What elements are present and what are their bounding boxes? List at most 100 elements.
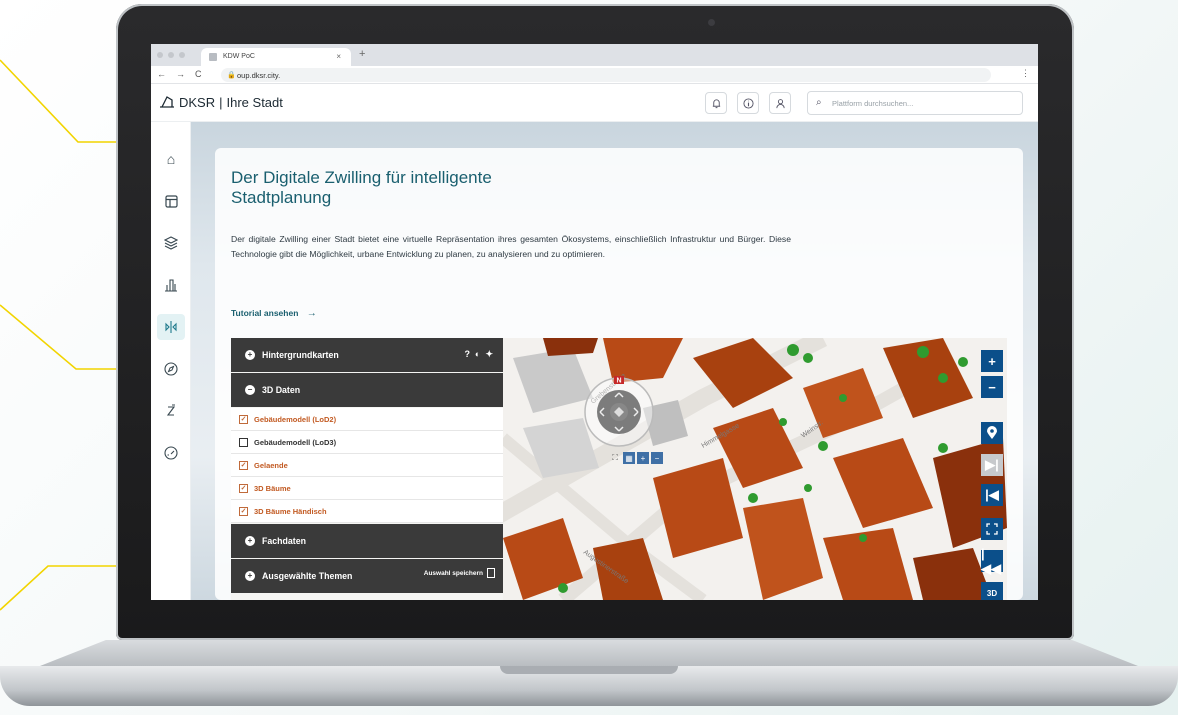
laptop-screen: KDW PoC × + ← → C 🔒 oup.dksr.city. ⋮ DKS…	[151, 44, 1038, 600]
layer-label: Gelaende	[254, 460, 288, 470]
mini-zoom-in-button[interactable]: +	[637, 452, 649, 464]
main-content: Der Digitale Zwilling für intelligente S…	[191, 122, 1038, 600]
compass-navigation-icon[interactable]: N	[583, 376, 655, 448]
laptop-base	[0, 640, 1178, 712]
window-controls[interactable]	[157, 52, 185, 58]
rewind-icon[interactable]: |◀◀	[981, 546, 1003, 576]
search-input[interactable]: ⌕ Plattform durchsuchen...	[807, 91, 1023, 115]
app-header: DKSR | Ihre Stadt ⌕ Plattform durchsuche…	[151, 84, 1038, 122]
section-hintergrundkarten[interactable]: + Hintergrundkarten ? ◐ ✦	[231, 338, 503, 372]
browser-tabbar: KDW PoC × +	[151, 44, 1038, 66]
home-icon[interactable]: ⌂	[157, 146, 185, 172]
tutorial-link[interactable]: Tutorial ansehen →	[231, 308, 317, 319]
sleep-icon[interactable]	[157, 398, 185, 424]
layer-checkbox-3d-baeume[interactable]: ✓ 3D Bäume	[231, 477, 503, 500]
tab-title: KDW PoC	[223, 53, 255, 60]
address-bar-row: ← → C 🔒 oup.dksr.city. ⋮	[151, 66, 1038, 84]
compass-icon[interactable]	[157, 356, 185, 382]
section-fachdaten-label: Fachdaten	[262, 536, 306, 546]
new-tab-button[interactable]: +	[359, 48, 365, 60]
section-hintergrundkarten-label: Hintergrundkarten	[262, 350, 339, 360]
plus-icon: +	[245, 536, 255, 546]
layer-checkbox-gelaende[interactable]: ✓ Gelaende	[231, 454, 503, 477]
zoom-out-button[interactable]: −	[981, 376, 1003, 398]
layer-label: Gebäudemodell (LoD2)	[254, 414, 337, 424]
layer-checkbox-3d-baeume-haendisch[interactable]: ✓ 3D Bäume Händisch	[231, 500, 503, 523]
tab-close-icon[interactable]: ×	[336, 52, 341, 61]
save-selection-button[interactable]: Auswahl speichern	[424, 568, 495, 578]
layer-panel: + Hintergrundkarten ? ◐ ✦ − 3D Daten ✓ G…	[231, 338, 503, 600]
layers-icon[interactable]	[157, 230, 185, 256]
url-field[interactable]: 🔒 oup.dksr.city.	[221, 68, 991, 82]
favicon-icon	[209, 53, 217, 61]
map-mini-toolbar: ⛶ ▦ + −	[609, 452, 663, 464]
browser-tab[interactable]: KDW PoC ×	[201, 48, 351, 66]
bell-icon	[712, 98, 720, 108]
save-selection-label: Auswahl speichern	[423, 569, 483, 577]
notification-button[interactable]	[705, 92, 727, 114]
layer-checkbox-lod3[interactable]: Gebäudemodell (LoD3)	[231, 431, 503, 454]
help-icon[interactable]: ?	[465, 349, 471, 360]
plus-icon: +	[245, 571, 255, 581]
svg-text:N: N	[616, 378, 621, 385]
mini-zoom-out-button[interactable]: −	[651, 452, 663, 464]
section-3d-daten-label: 3D Daten	[262, 385, 301, 395]
info-button[interactable]	[737, 92, 759, 114]
arrow-right-icon: →	[306, 308, 317, 319]
checkbox-checked-icon: ✓	[239, 414, 248, 424]
checkbox-checked-icon: ✓	[239, 460, 248, 470]
map-viewer: Grebenstraße Himmelgasse Weinstr. August…	[231, 338, 1007, 600]
zoom-in-button[interactable]: +	[981, 350, 1003, 372]
search-placeholder: Plattform durchsuchen...	[832, 99, 914, 108]
checkbox-unchecked-icon	[239, 437, 248, 447]
bookmark-icon	[487, 568, 495, 578]
split-view-icon[interactable]	[157, 314, 185, 340]
layout-icon[interactable]	[157, 188, 185, 214]
checkbox-checked-icon: ✓	[239, 483, 248, 493]
minus-icon: −	[245, 385, 255, 395]
gauge-icon[interactable]	[157, 440, 185, 466]
forward-button[interactable]: →	[176, 69, 185, 79]
sidebar: ⌂	[151, 122, 191, 600]
logo-separator: |	[219, 94, 223, 110]
page-description: Der digitale Zwilling einer Stadt bietet…	[231, 234, 791, 259]
location-pin-icon[interactable]	[981, 422, 1003, 444]
browser-menu-button[interactable]: ⋮	[1021, 68, 1030, 79]
step-back-icon[interactable]: |◀	[981, 484, 1003, 506]
plus-icon: +	[245, 350, 255, 360]
user-icon	[775, 98, 785, 108]
logo[interactable]: DKSR | Ihre Stadt	[159, 94, 283, 110]
contrast-icon[interactable]: ◐	[475, 349, 480, 360]
pin-icon[interactable]: ✦	[485, 349, 493, 360]
search-icon: ⌕	[816, 97, 822, 108]
page-title: Der Digitale Zwilling für intelligente S…	[231, 168, 492, 207]
app-subtitle: Ihre Stadt	[226, 94, 283, 110]
back-button[interactable]: ←	[157, 69, 166, 79]
3d-city-map[interactable]: Grebenstraße Himmelgasse Weinstr. August…	[503, 338, 1007, 600]
step-forward-icon[interactable]: ▶|	[981, 454, 1003, 476]
camera-dot	[708, 19, 715, 26]
user-button[interactable]	[769, 92, 791, 114]
section-fachdaten[interactable]: + Fachdaten	[231, 524, 503, 558]
lock-icon: 🔒	[227, 72, 236, 79]
logo-text: DKSR	[179, 94, 216, 110]
hero-card: Der Digitale Zwilling für intelligente S…	[215, 148, 1023, 600]
section-themes-label: Ausgewählte Themen	[262, 571, 353, 581]
url-text: oup.dksr.city.	[237, 71, 281, 80]
section-3d-daten[interactable]: − 3D Daten	[231, 373, 503, 407]
dksr-logo-icon	[160, 96, 174, 108]
layer-label: Gebäudemodell (LoD3)	[254, 437, 337, 447]
section-ausgewaehlte-themen[interactable]: + Ausgewählte Themen Auswahl speichern	[231, 559, 503, 593]
layer-label: 3D Bäume	[254, 483, 291, 493]
building-chart-icon[interactable]	[157, 272, 185, 298]
layer-checkbox-lod2[interactable]: ✓ Gebäudemodell (LoD2)	[231, 408, 503, 431]
grid-icon[interactable]: ▦	[623, 452, 635, 464]
reload-button[interactable]: C	[195, 69, 202, 79]
checkbox-checked-icon: ✓	[239, 506, 248, 516]
pedestrian-icon[interactable]: ⛶	[609, 452, 621, 464]
fullscreen-icon[interactable]	[981, 518, 1003, 540]
tutorial-link-label: Tutorial ansehen	[231, 308, 299, 318]
info-icon	[742, 97, 754, 109]
layer-label: 3D Bäume Händisch	[254, 506, 327, 516]
mode-3d-button[interactable]: 3D	[981, 582, 1003, 600]
